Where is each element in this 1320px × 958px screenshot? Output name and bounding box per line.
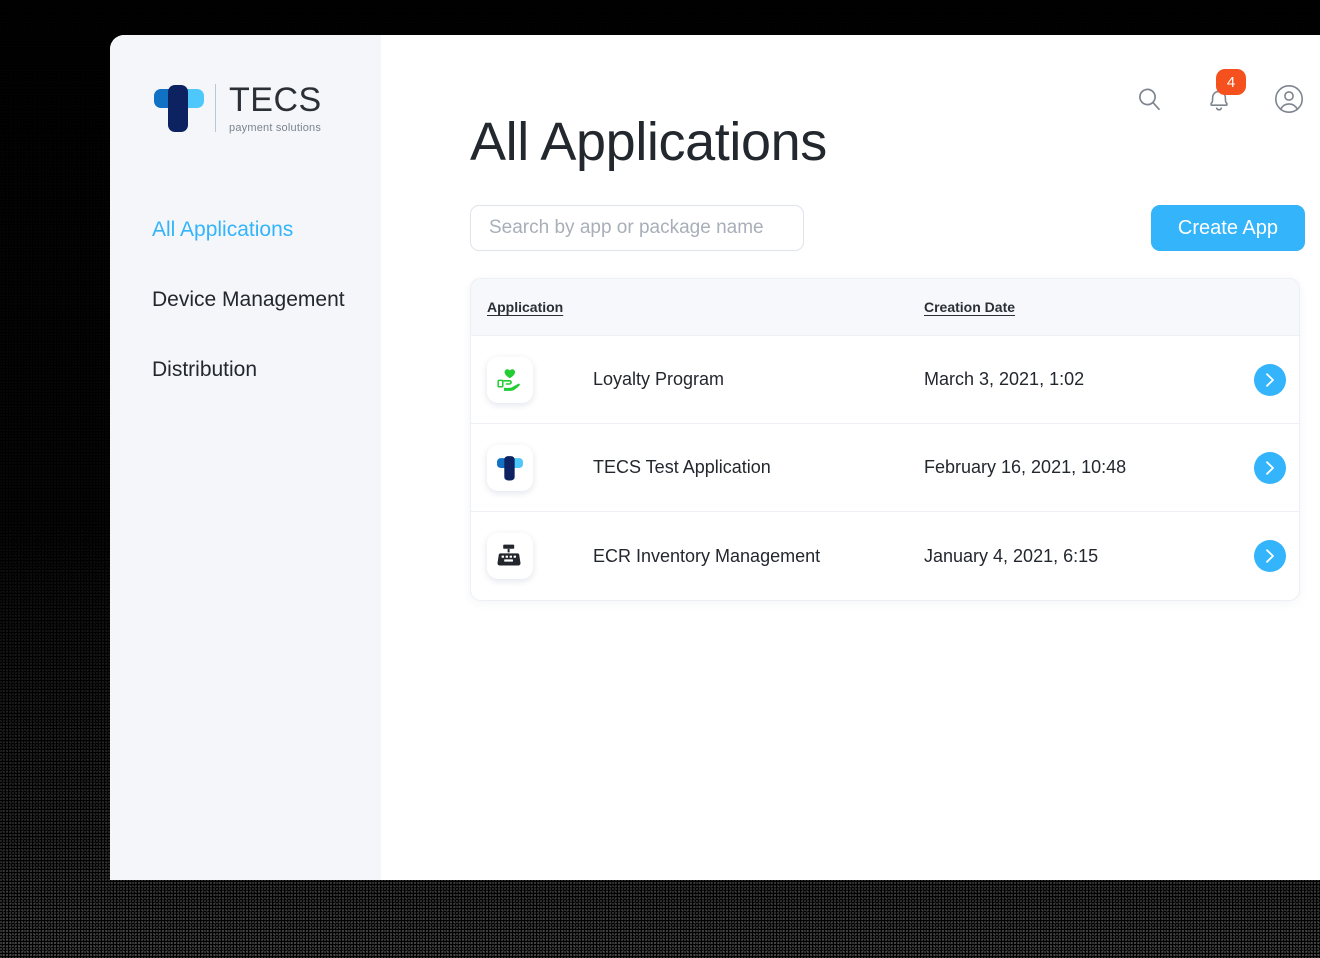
- app-icon-wrapper: [487, 533, 533, 580]
- application-cell: ECR Inventory Management: [487, 533, 924, 580]
- brand-tagline: payment solutions: [229, 121, 322, 134]
- brand-name: TECS: [229, 80, 322, 119]
- app-icon-wrapper: [487, 356, 533, 403]
- sidebar-item-label: Distribution: [152, 358, 258, 381]
- brand-divider: [215, 84, 216, 132]
- tecs-t-logo-icon: [497, 455, 523, 481]
- chevron-right-icon: [1266, 549, 1274, 564]
- open-application-button[interactable]: [1254, 540, 1286, 573]
- notifications-button[interactable]: 4: [1202, 69, 1246, 116]
- table-row[interactable]: ECR Inventory Management January 4, 2021…: [471, 512, 1299, 600]
- notification-badge: 4: [1216, 69, 1246, 95]
- main-content: 4 All Applications Create App Applicatio…: [381, 35, 1320, 880]
- sidebar-item-label: All Applications: [152, 218, 294, 241]
- app-window: TECS payment solutions All Applications …: [110, 35, 1320, 880]
- sidebar-nav: All Applications Device Management Distr…: [110, 207, 381, 393]
- table-row[interactable]: TECS Test Application February 16, 2021,…: [471, 424, 1299, 513]
- sidebar-item-label: Device Management: [152, 288, 345, 311]
- creation-date: March 3, 2021, 1:02: [924, 369, 1085, 390]
- sidebar-item-device-management[interactable]: Device Management: [110, 277, 381, 323]
- app-icon-wrapper: [487, 444, 533, 491]
- application-name: Loyalty Program: [593, 369, 725, 390]
- search-button[interactable]: [1132, 82, 1166, 116]
- row-action-cell: [1254, 363, 1299, 396]
- row-action-cell: [1254, 540, 1299, 573]
- column-header-creation-date[interactable]: Creation Date: [924, 299, 1254, 315]
- account-button[interactable]: [1272, 82, 1306, 116]
- top-bar: 4: [1132, 69, 1306, 116]
- sidebar-item-distribution[interactable]: Distribution: [110, 347, 381, 393]
- application-cell: Loyalty Program: [487, 356, 924, 403]
- controls-row: Create App: [470, 205, 1305, 252]
- tecs-t-logo-icon: [154, 85, 204, 132]
- open-application-button[interactable]: [1254, 451, 1286, 484]
- chevron-right-icon: [1266, 373, 1274, 387]
- table-row[interactable]: Loyalty Program March 3, 2021, 1:02: [471, 336, 1299, 425]
- brand-logo[interactable]: TECS payment solutions: [110, 77, 381, 139]
- applications-table: Application Creation Date Loyalty Progra…: [470, 278, 1300, 602]
- application-cell: TECS Test Application: [487, 444, 924, 491]
- creation-date: January 4, 2021, 6:15: [924, 545, 1099, 566]
- sidebar-item-all-applications[interactable]: All Applications: [110, 207, 381, 253]
- creation-date: February 16, 2021, 10:48: [924, 457, 1127, 478]
- cash-register-icon: [497, 544, 521, 566]
- table-header-row: Application Creation Date: [471, 279, 1299, 337]
- user-circle-icon: [1275, 85, 1303, 113]
- open-application-button[interactable]: [1254, 363, 1286, 396]
- hand-holding-heart-icon: [497, 369, 520, 391]
- application-name: ECR Inventory Management: [593, 545, 821, 566]
- sidebar: TECS payment solutions All Applications …: [110, 35, 381, 880]
- chevron-right-icon: [1266, 461, 1274, 475]
- create-app-button[interactable]: Create App: [1150, 205, 1305, 252]
- search-input[interactable]: [470, 205, 804, 252]
- application-name: TECS Test Application: [593, 457, 771, 478]
- column-header-application[interactable]: Application: [487, 299, 924, 315]
- row-action-cell: [1254, 451, 1299, 484]
- search-icon: [1139, 88, 1160, 111]
